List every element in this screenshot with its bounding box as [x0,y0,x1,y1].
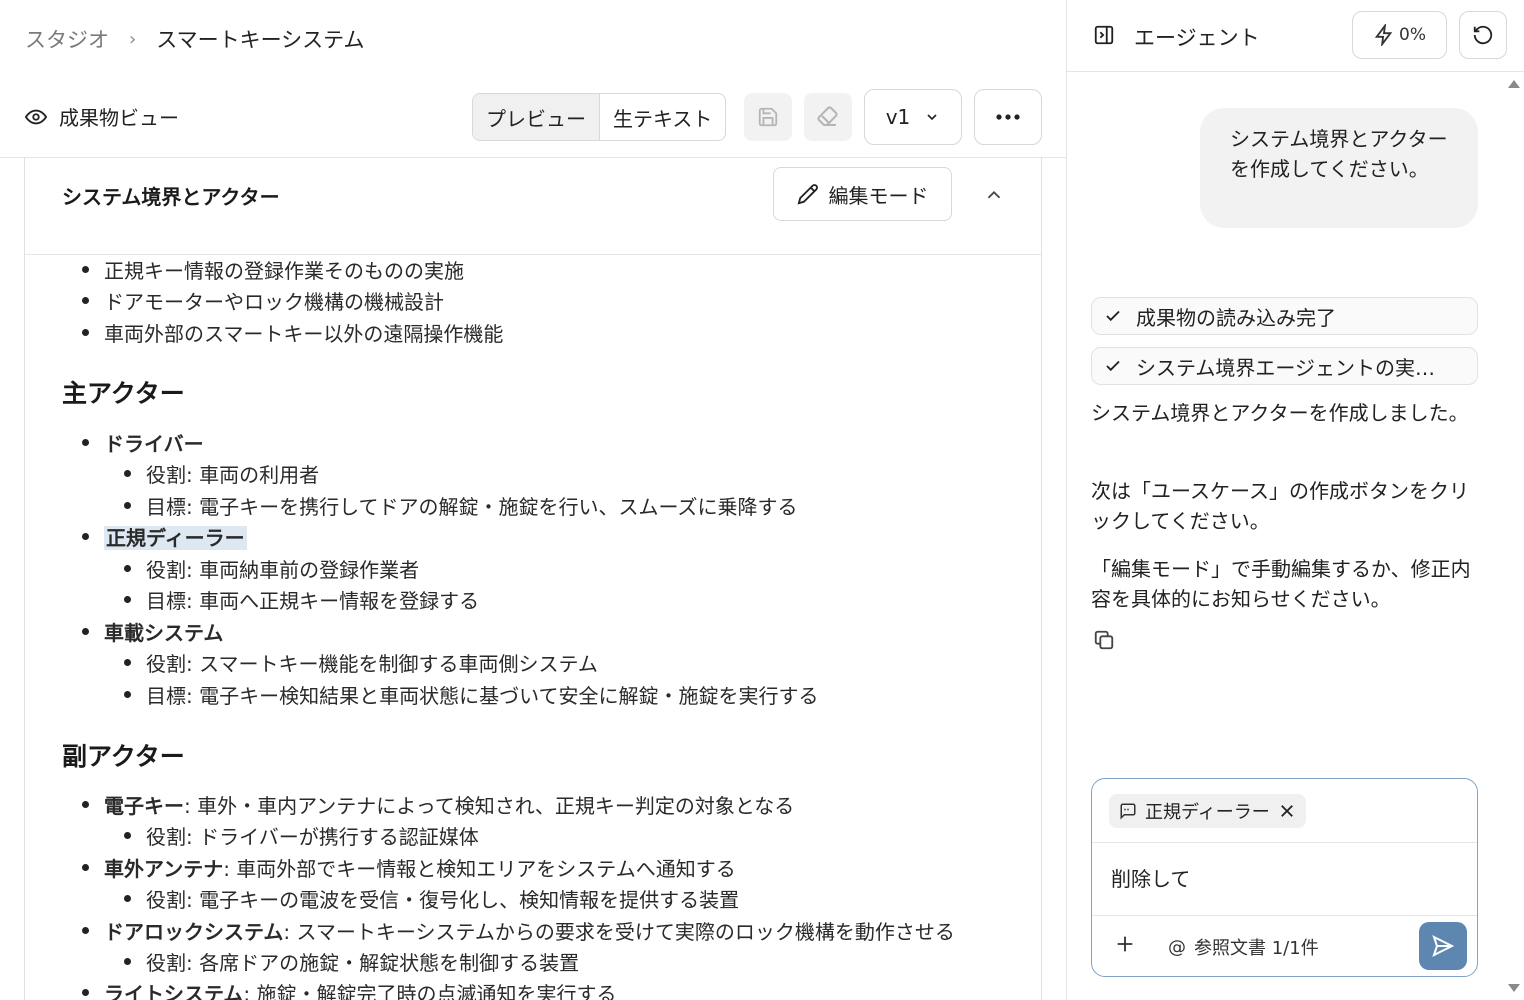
agent-title: エージェント [1134,26,1260,50]
quote-message-icon [1120,803,1136,820]
actor-name: ドアロックシステム [104,920,284,944]
check-icon [1106,310,1120,322]
agent-step-label: システム境界エージェントの実… [1136,355,1435,380]
tab-raw-text[interactable]: 生テキスト [600,94,725,140]
save-button[interactable] [744,93,792,141]
more-horizontal-icon [996,114,1020,120]
actor-name: 車外アンテナ [104,857,224,881]
actor-name: 正規ディーラー [82,522,247,551]
agent-panel: エージェント 0% システム境界とアクターを作成してください。 成果物の読み込み… [1066,0,1524,1000]
list-item: ドアモーターやロック機構の機械設計 [82,286,444,315]
actor-description: : 施錠・解錠完了時の点滅通知を実行する [243,982,617,1000]
breadcrumb: スタジオ › スマートキーシステム [25,24,365,54]
credit-usage-value: 0% [1399,25,1426,45]
actor-goal: 目標: 電子キー検知結果と車両状態に基づいて安全に解錠・施錠を実行する [124,680,819,709]
rotate-ccw-icon [1473,25,1493,45]
lightning-icon [1374,24,1393,46]
more-options-button[interactable] [974,89,1042,145]
list-item: ライトシステム: 施錠・解錠完了時の点滅通知を実行する [82,978,617,1000]
credit-usage-button[interactable]: 0% [1352,11,1447,59]
actor-role: 役割: 車両の利用者 [123,459,319,488]
send-icon [1432,935,1455,957]
breadcrumb-separator: › [129,28,137,50]
edit-mode-label: 編集モード [828,183,929,208]
agent-reply-text: システム境界とアクターを作成しました。 [1091,401,1469,425]
card-title: システム境界とアクター [62,185,280,209]
actor-goal: 目標: 車両へ正規キー情報を登録する [123,585,479,614]
message-composer: 正規ディーラー 削除して @ 参照文書 1/1件 [1091,778,1478,977]
actor-role: 役割: 車両納車前の登録作業者 [123,554,419,583]
list-item: ドアロックシステム: スマートキーシステムからの要求を受けて実際のロック機構を動… [82,916,955,945]
actor-role: 役割: ドライバーが携行する認証媒体 [124,821,479,850]
agent-step-item[interactable]: システム境界エージェントの実… [1091,347,1478,385]
copy-icon[interactable] [1093,629,1115,651]
actor-role: 役割: 電子キーの電波を受信・復号化し、検知情報を提供する装置 [123,884,739,913]
view-mode-toggle: プレビュー 生テキスト [472,93,727,141]
list-item: 車外アンテナ: 車両外部でキー情報と検知エリアをシステムへ通知する [82,853,736,882]
agent-reply-text: 次は「ユースケース」の作成ボタンをクリックしてください。 [1091,479,1469,533]
panel-toggle-icon[interactable] [1093,24,1115,46]
actor-name: ドライバー [82,428,204,457]
artifact-view-title: 成果物ビュー [25,102,179,131]
scroll-up-arrow[interactable] [1508,80,1520,88]
artifact-toolbar: 成果物ビュー プレビュー 生テキスト v1 [0,88,1066,148]
reset-button[interactable] [1459,11,1507,59]
tab-preview[interactable]: プレビュー [473,94,600,140]
artifact-view-label: 成果物ビュー [59,106,179,130]
message-input[interactable]: 削除して [1111,863,1190,892]
composer-divider [1092,915,1477,916]
version-label: v1 [885,105,911,129]
context-chip: 正規ディーラー [1109,794,1306,828]
pencil-icon [797,184,818,205]
save-icon [758,107,778,127]
actor-name: 電子キー [104,794,184,818]
user-message-bubble: システム境界とアクターを作成してください。 [1200,108,1478,228]
reference-docs-label: 参照文書 1/1件 [1194,938,1319,959]
close-icon[interactable] [1278,802,1296,820]
agent-header: エージェント 0% [1067,0,1524,72]
heading-primary-actors: 主アクター [62,379,185,408]
artifact-card: システム境界とアクター 編集モード 正規キー情報の登録作業そのものの実施 ドアモ… [24,157,1042,1000]
actor-description: : 車両外部でキー情報と検知エリアをシステムへ通知する [223,857,736,881]
scroll-down-arrow[interactable] [1508,984,1520,992]
send-button[interactable] [1419,922,1467,970]
actor-description: : 車外・車内アンテナによって検知され、正規キー判定の対象となる [184,794,795,818]
actor-goal: 目標: 電子キーを携行してドアの解錠・施錠を行い、スムーズに乗降する [124,491,798,520]
list-item: 電子キー: 車外・車内アンテナによって検知され、正規キー判定の対象となる [81,790,795,819]
check-icon [1106,360,1120,372]
selected-text-highlight[interactable]: 正規ディーラー [104,526,247,550]
actor-name: 車載システム [81,617,223,646]
plus-icon[interactable] [1114,933,1136,955]
actor-role: 役割: 各席ドアの施錠・解錠状態を制御する装置 [123,947,579,976]
at-sign-icon: @ [1168,936,1186,958]
actor-name: ライトシステム [104,982,244,1000]
eraser-icon [817,106,838,126]
composer-divider [1092,842,1477,843]
context-chip-label: 正規ディーラー [1145,802,1270,823]
agent-step-item: 成果物の読み込み完了 [1091,297,1478,335]
breadcrumb-studio-link[interactable]: スタジオ [25,24,109,54]
chevron-up-icon[interactable] [983,184,1005,206]
artifact-pane: スタジオ › スマートキーシステム 成果物ビュー プレビュー 生テキスト v1 … [0,0,1066,1000]
heading-secondary-actors: 副アクター [62,742,185,771]
list-item: 正規キー情報の登録作業そのものの実施 [82,255,464,284]
eye-icon [25,109,47,124]
list-item: 車両外部のスマートキー以外の遠隔操作機能 [81,318,503,347]
reference-docs-button[interactable]: @ 参照文書 1/1件 [1168,934,1319,960]
chevron-down-icon [927,114,937,121]
eraser-button[interactable] [804,93,852,141]
edit-mode-button[interactable]: 編集モード [773,167,952,221]
card-header: システム境界とアクター 編集モード [25,157,1041,255]
actor-role: 役割: スマートキー機能を制御する車両側システム [124,648,598,677]
actor-description: : スマートキーシステムからの要求を受けて実際のロック機構を動作させる [283,920,955,944]
breadcrumb-current: スマートキーシステム [156,28,365,52]
agent-reply-text: 「編集モード」で手動編集するか、修正内容を具体的にお知らせください。 [1091,557,1471,611]
agent-step-label: 成果物の読み込み完了 [1136,305,1336,330]
version-select[interactable]: v1 [864,89,962,145]
